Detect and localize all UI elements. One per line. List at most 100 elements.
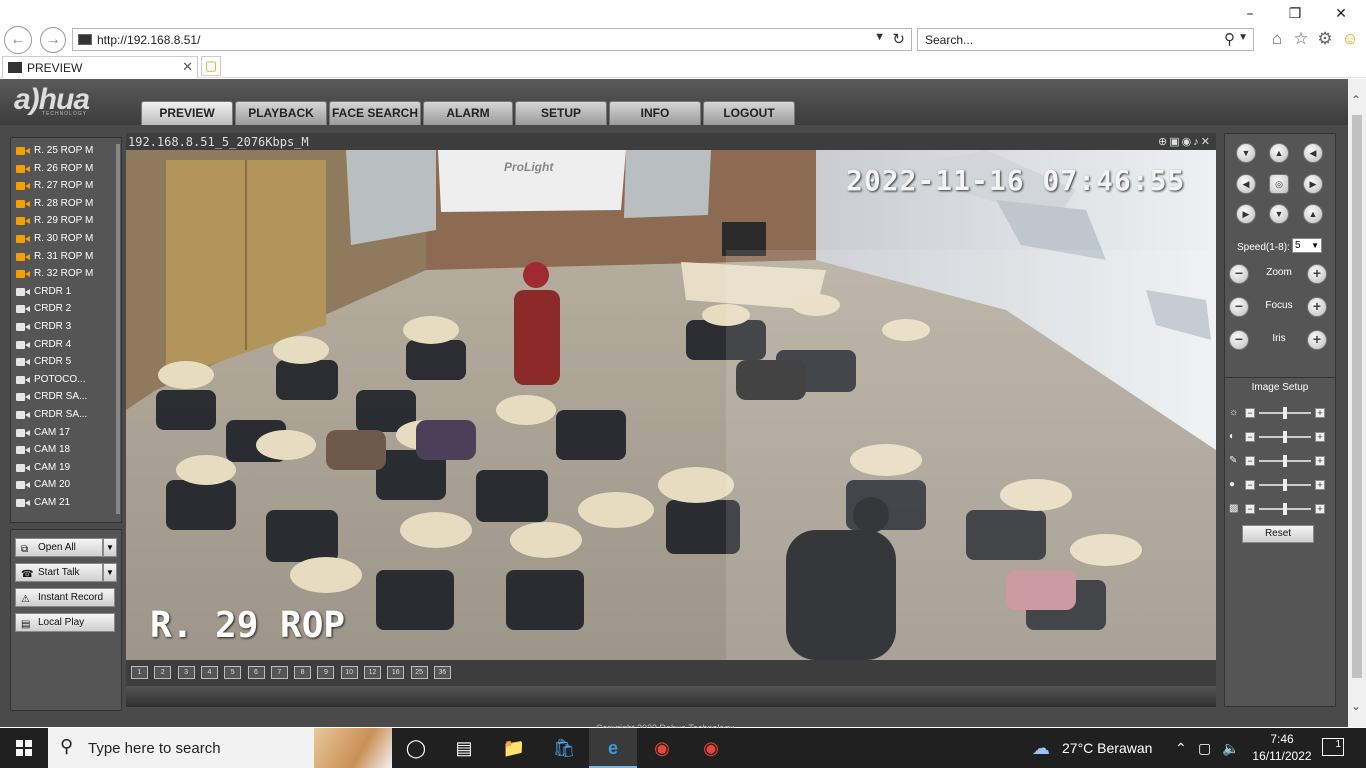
channel-item[interactable]: POTOCO... xyxy=(13,371,117,389)
layout-10-icon[interactable]: 10 xyxy=(340,666,358,679)
ptz-down-icon[interactable]: ▼ xyxy=(1269,204,1289,224)
saturation-slider-handle[interactable] xyxy=(1283,455,1287,467)
layout-9-icon[interactable]: 9 xyxy=(317,666,335,679)
show-hidden-icons-icon[interactable]: ⌃ xyxy=(1175,740,1187,757)
brightness-slider-handle[interactable] xyxy=(1283,407,1287,419)
channel-item[interactable]: CAM 21 xyxy=(13,494,117,512)
channel-item[interactable]: CRDR SA... xyxy=(13,388,117,406)
address-dropdown-icon[interactable]: ▼ xyxy=(874,31,885,43)
channel-item[interactable]: CRDR 4 xyxy=(13,336,117,354)
volume-icon[interactable]: 🔈 xyxy=(1222,740,1239,757)
menu-alarm[interactable]: ALARM xyxy=(423,101,513,125)
menu-logout[interactable]: LOGOUT xyxy=(703,101,795,125)
menu-setup[interactable]: SETUP xyxy=(515,101,607,125)
channel-item[interactable]: CRDR 3 xyxy=(13,318,117,336)
audio-icon[interactable]: ♪ xyxy=(1193,136,1201,148)
hue-slider-handle[interactable] xyxy=(1283,479,1287,491)
start-talk-dropdown-icon[interactable]: ▼ xyxy=(103,563,117,582)
gain-slider-handle[interactable] xyxy=(1283,503,1287,515)
tab-close-icon[interactable]: ✕ xyxy=(182,59,193,75)
menu-face-search[interactable]: FACE SEARCH xyxy=(329,101,421,125)
close-icon[interactable]: ✕ xyxy=(1330,4,1352,24)
address-url[interactable]: http://192.168.8.51/ xyxy=(97,33,200,47)
iris-plus-button[interactable]: + xyxy=(1307,330,1327,350)
file-explorer-icon[interactable]: 📁 xyxy=(490,728,538,768)
new-tab-icon[interactable]: ▢ xyxy=(201,56,221,76)
focus-minus-button[interactable]: − xyxy=(1229,297,1249,317)
layout-16-icon[interactable]: 16 xyxy=(387,666,405,679)
channel-item[interactable]: R. 27 ROP M xyxy=(13,177,117,195)
ptz-down-right-icon[interactable]: ▶ xyxy=(1236,204,1256,224)
channel-list-scrollbar[interactable] xyxy=(116,144,120,514)
layout-12-icon[interactable]: 12 xyxy=(364,666,381,679)
home-icon[interactable]: ⌂ xyxy=(1267,29,1287,49)
task-view-icon[interactable]: ▤ xyxy=(440,728,488,768)
refresh-icon[interactable]: ↻ xyxy=(892,30,905,48)
menu-preview[interactable]: PREVIEW xyxy=(141,101,233,125)
camera-feed[interactable]: ProLight 2022-11-16 07:46:55 R. 29 ROP xyxy=(126,150,1216,660)
contrast-plus-button[interactable]: + xyxy=(1315,432,1325,442)
notification-center-icon[interactable]: 1 xyxy=(1322,738,1344,756)
brightness-minus-button[interactable]: − xyxy=(1245,408,1255,418)
weather-text[interactable]: 27°C Berawan xyxy=(1062,740,1152,756)
start-talk-button[interactable]: ☎ Start Talk xyxy=(15,563,103,582)
camera-icon[interactable]: ◉ xyxy=(1182,136,1194,148)
layout-3-icon[interactable]: 3 xyxy=(177,666,195,679)
channel-item[interactable]: CAM 18 xyxy=(13,441,117,459)
gain-plus-button[interactable]: + xyxy=(1315,504,1325,514)
iris-minus-button[interactable]: − xyxy=(1229,330,1249,350)
gain-minus-button[interactable]: − xyxy=(1245,504,1255,514)
cortana-icon[interactable]: ◯ xyxy=(392,728,440,768)
weather-cloud-icon[interactable]: ☁ xyxy=(1018,728,1064,768)
zoom-minus-button[interactable]: − xyxy=(1229,264,1249,284)
layout-1-icon[interactable]: 1 xyxy=(131,666,148,679)
tab-preview[interactable]: PREVIEW ✕ xyxy=(2,56,198,78)
channel-item[interactable]: CAM 17 xyxy=(13,424,117,442)
ptz-up-right-icon[interactable]: ▲ xyxy=(1303,204,1323,224)
back-icon[interactable]: ← xyxy=(4,26,32,54)
channel-item[interactable]: CRDR 1 xyxy=(13,283,117,301)
channel-item[interactable]: CRDR 5 xyxy=(13,353,117,371)
channel-item[interactable]: CAM 19 xyxy=(13,459,117,477)
menu-playback[interactable]: PLAYBACK xyxy=(235,101,327,125)
layout-6-icon[interactable]: 6 xyxy=(247,666,265,679)
search-icon[interactable]: ⚲ xyxy=(1224,30,1235,48)
scroll-up-icon[interactable]: ⌃ xyxy=(1351,93,1361,107)
open-all-button[interactable]: ⧉ Open All xyxy=(15,538,103,557)
ptz-right-icon[interactable]: ▶ xyxy=(1303,174,1323,194)
channel-item[interactable]: R. 25 ROP M xyxy=(13,142,117,160)
snapshot-icon[interactable]: ▣ xyxy=(1169,136,1181,148)
focus-plus-button[interactable]: + xyxy=(1307,297,1327,317)
favorites-star-icon[interactable]: ☆ xyxy=(1291,29,1311,49)
channel-item[interactable]: CRDR 2 xyxy=(13,300,117,318)
speed-select[interactable]: 5 ▼ xyxy=(1292,238,1322,253)
forward-icon[interactable]: → xyxy=(40,27,66,53)
saturation-plus-button[interactable]: + xyxy=(1315,456,1325,466)
ptz-left-icon[interactable]: ◀ xyxy=(1236,174,1256,194)
layout-4-icon[interactable]: 4 xyxy=(200,666,218,679)
feedback-smiley-icon[interactable]: ☺ xyxy=(1340,29,1360,49)
browser-search-placeholder[interactable]: Search... xyxy=(925,33,973,47)
start-button[interactable] xyxy=(0,728,48,768)
layout-8-icon[interactable]: 8 xyxy=(294,666,312,679)
search-dropdown-icon[interactable]: ▼ xyxy=(1238,32,1248,43)
chrome-icon[interactable]: ◉ xyxy=(638,728,686,768)
ptz-up-icon[interactable]: ▲ xyxy=(1269,143,1289,163)
address-bar[interactable]: http://192.168.8.51/ ▼ ↻ xyxy=(72,28,912,51)
digital-zoom-icon[interactable]: ⊕ xyxy=(1158,136,1169,148)
layout-25-icon[interactable]: 25 xyxy=(410,666,428,679)
brightness-plus-button[interactable]: + xyxy=(1315,408,1325,418)
layout-7-icon[interactable]: 7 xyxy=(270,666,288,679)
channel-item[interactable]: R. 29 ROP M xyxy=(13,212,117,230)
page-vertical-scrollbar[interactable]: ⌃ ⌄ xyxy=(1348,79,1366,727)
saturation-minus-button[interactable]: − xyxy=(1245,456,1255,466)
channel-item[interactable]: R. 30 ROP M xyxy=(13,230,117,248)
hue-plus-button[interactable]: + xyxy=(1315,480,1325,490)
chrome-profile-icon[interactable]: ◉ xyxy=(687,728,735,768)
menu-info[interactable]: INFO xyxy=(609,101,701,125)
scroll-down-icon[interactable]: ⌄ xyxy=(1351,699,1361,713)
reset-button[interactable]: Reset xyxy=(1242,525,1314,543)
ptz-down-left-icon[interactable]: ▼ xyxy=(1236,143,1256,163)
layout-2-icon[interactable]: 2 xyxy=(154,666,172,679)
instant-record-button[interactable]: ⚠ Instant Record xyxy=(15,588,115,607)
